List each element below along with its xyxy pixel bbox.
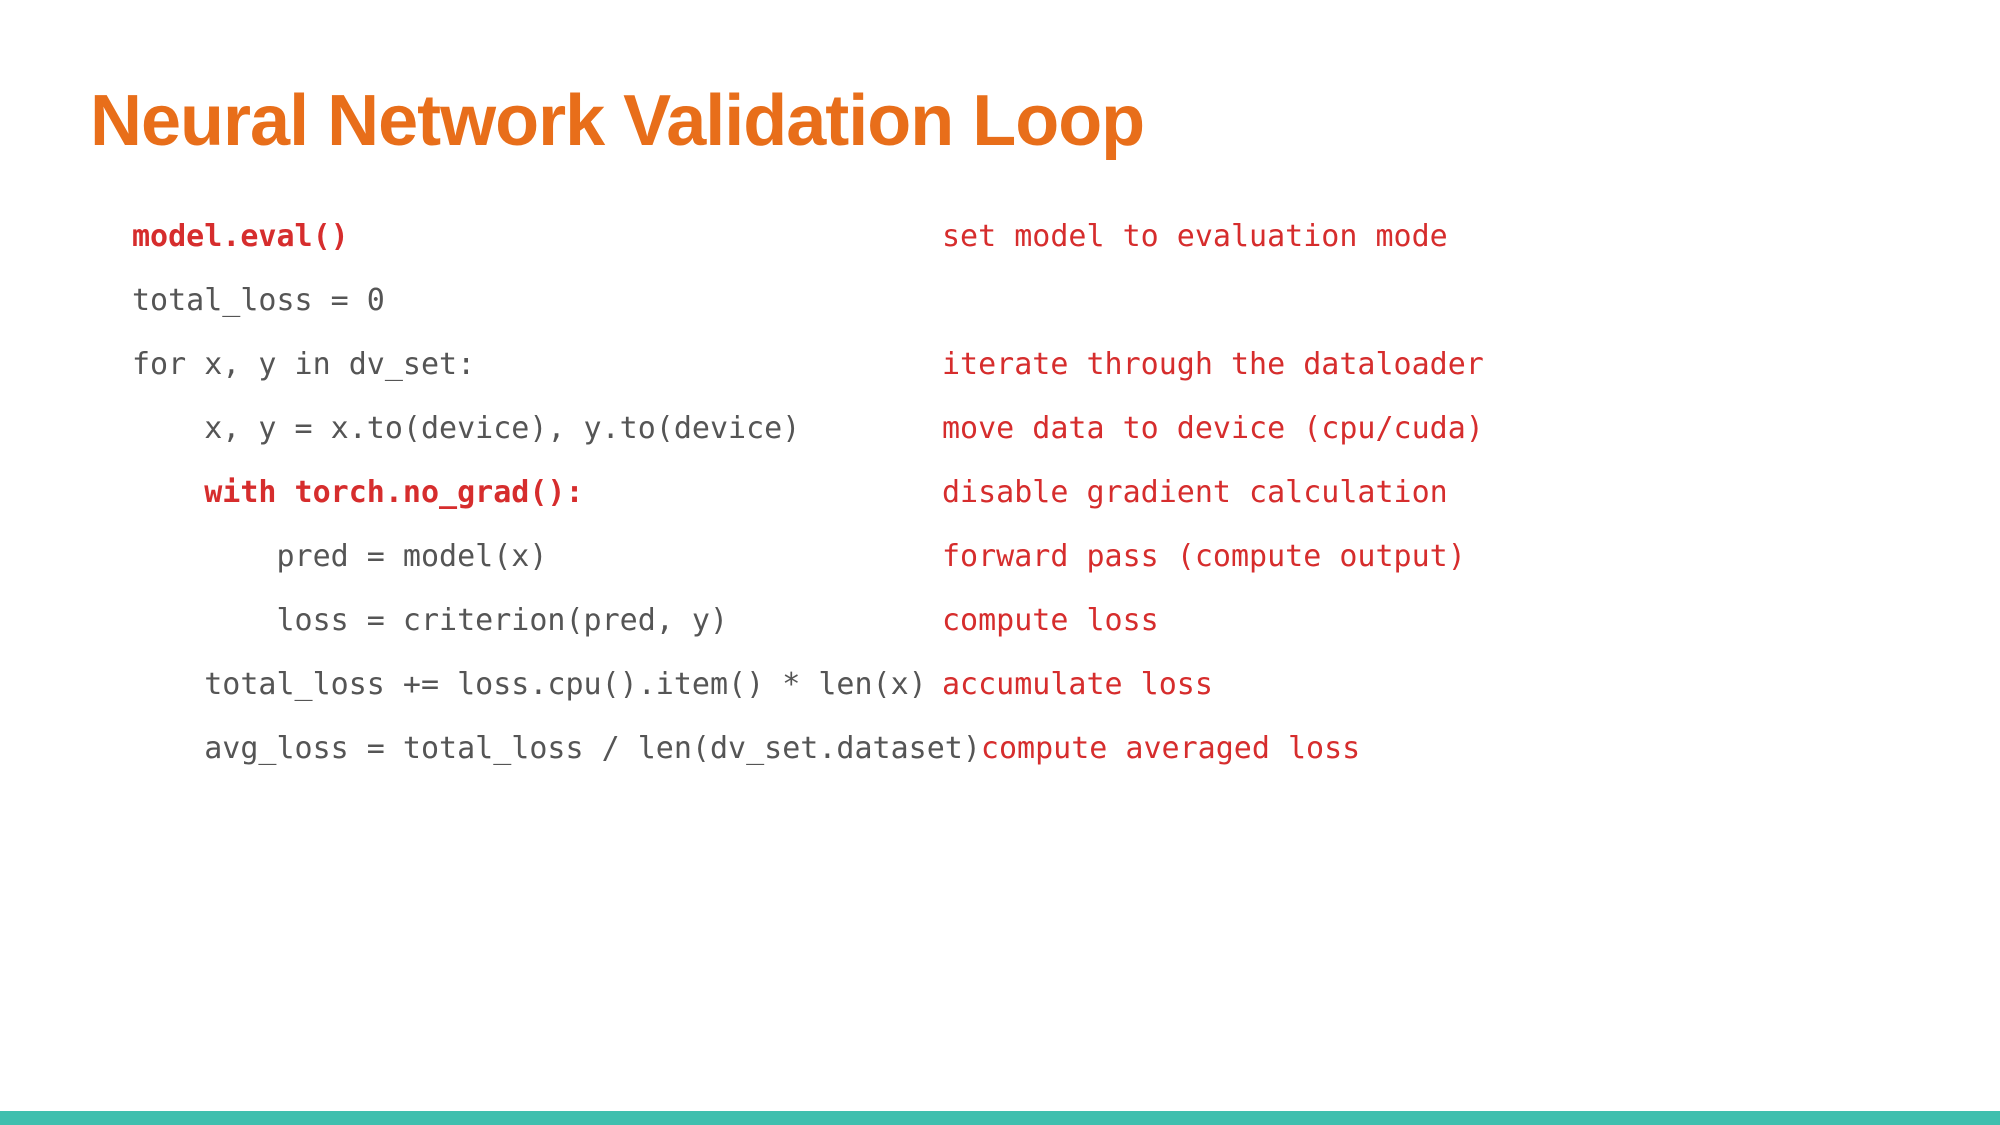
code-line: model.eval() set model to evaluation mod… [132, 222, 1910, 252]
code-comment: iterate through the dataloader [942, 350, 1484, 380]
code-line: loss = criterion(pred, y) compute loss [132, 606, 1910, 636]
code-comment: accumulate loss [942, 670, 1213, 700]
code-line: total_loss = 0 [132, 286, 1910, 316]
code-text: avg_loss = total_loss / len(dv_set.datas… [132, 734, 981, 764]
code-text: total_loss += loss.cpu().item() * len(x) [132, 670, 942, 700]
code-text: total_loss = 0 [132, 286, 942, 316]
code-line: for x, y in dv_set: iterate through the … [132, 350, 1910, 380]
code-line: x, y = x.to(device), y.to(device) move d… [132, 414, 1910, 444]
slide-title: Neural Network Validation Loop [90, 80, 1910, 162]
code-line: with torch.no_grad(): disable gradient c… [132, 478, 1910, 508]
code-line: pred = model(x) forward pass (compute ou… [132, 542, 1910, 572]
code-comment: compute averaged loss [981, 734, 1360, 764]
footer-bar [0, 1111, 2000, 1125]
code-text: model.eval() [132, 222, 942, 252]
slide: Neural Network Validation Loop model.eva… [0, 0, 2000, 1125]
code-comment: disable gradient calculation [942, 478, 1448, 508]
code-content: model.eval() set model to evaluation mod… [90, 222, 1910, 764]
code-comment: move data to device (cpu/cuda) [942, 414, 1484, 444]
code-comment: set model to evaluation mode [942, 222, 1448, 252]
code-text: for x, y in dv_set: [132, 350, 942, 380]
code-bold-span: with torch.no_grad(): [204, 475, 583, 510]
code-comment: forward pass (compute output) [942, 542, 1466, 572]
code-comment: compute loss [942, 606, 1159, 636]
code-text: with torch.no_grad(): [132, 478, 942, 508]
code-line: avg_loss = total_loss / len(dv_set.datas… [132, 734, 1910, 764]
code-line: total_loss += loss.cpu().item() * len(x)… [132, 670, 1910, 700]
code-text: pred = model(x) [132, 542, 942, 572]
code-text: loss = criterion(pred, y) [132, 606, 942, 636]
code-text: x, y = x.to(device), y.to(device) [132, 414, 942, 444]
